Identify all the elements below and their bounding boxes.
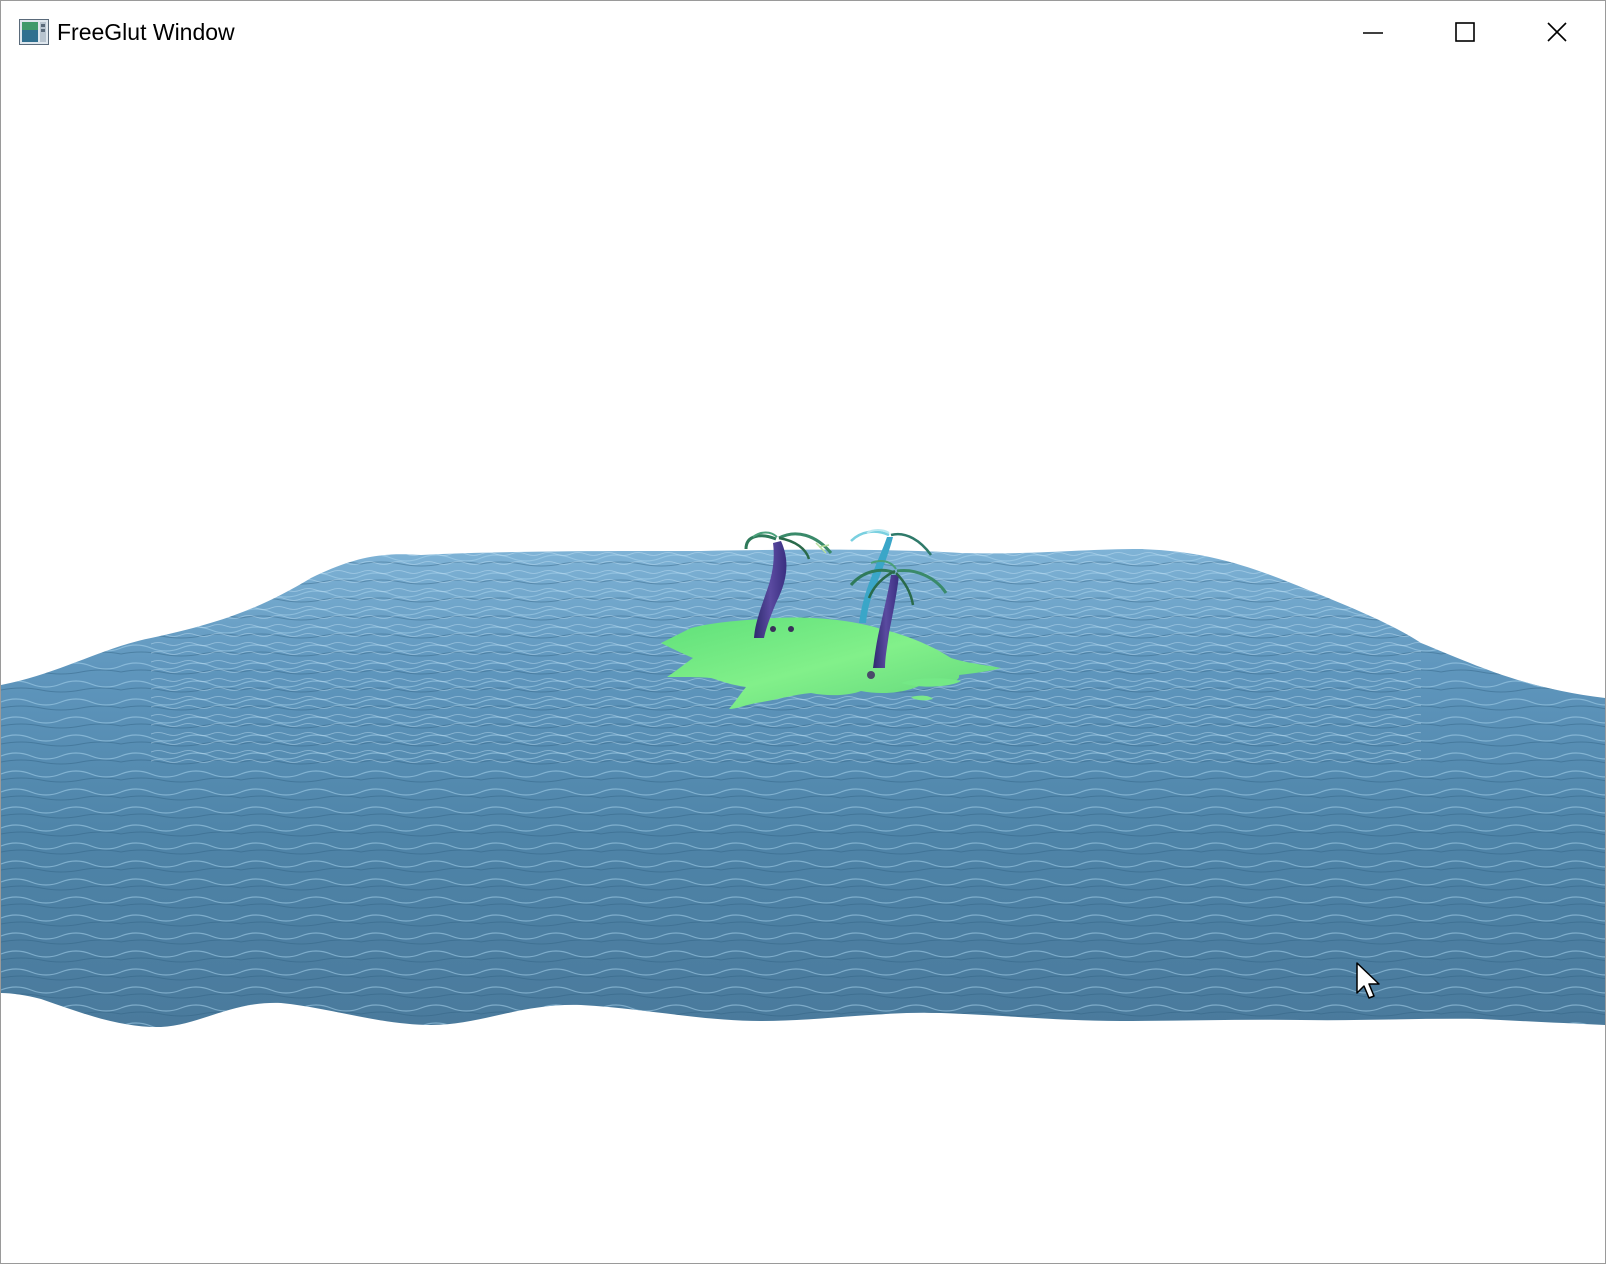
close-button[interactable] <box>1511 1 1603 63</box>
close-icon <box>1547 22 1567 42</box>
opengl-viewport[interactable] <box>1 63 1605 1263</box>
maximize-icon <box>1455 22 1475 42</box>
freeglut-window: FreeGlut Window <box>0 0 1606 1264</box>
minimize-button[interactable] <box>1327 1 1419 63</box>
minimize-icon <box>1363 32 1383 34</box>
ocean-island-scene <box>1 529 1605 1028</box>
maximize-button[interactable] <box>1419 1 1511 63</box>
opengl-app-icon[interactable] <box>19 19 49 45</box>
title-bar[interactable]: FreeGlut Window <box>1 1 1605 63</box>
mouse-pointer-icon <box>1356 962 1380 999</box>
window-title: FreeGlut Window <box>57 19 235 45</box>
